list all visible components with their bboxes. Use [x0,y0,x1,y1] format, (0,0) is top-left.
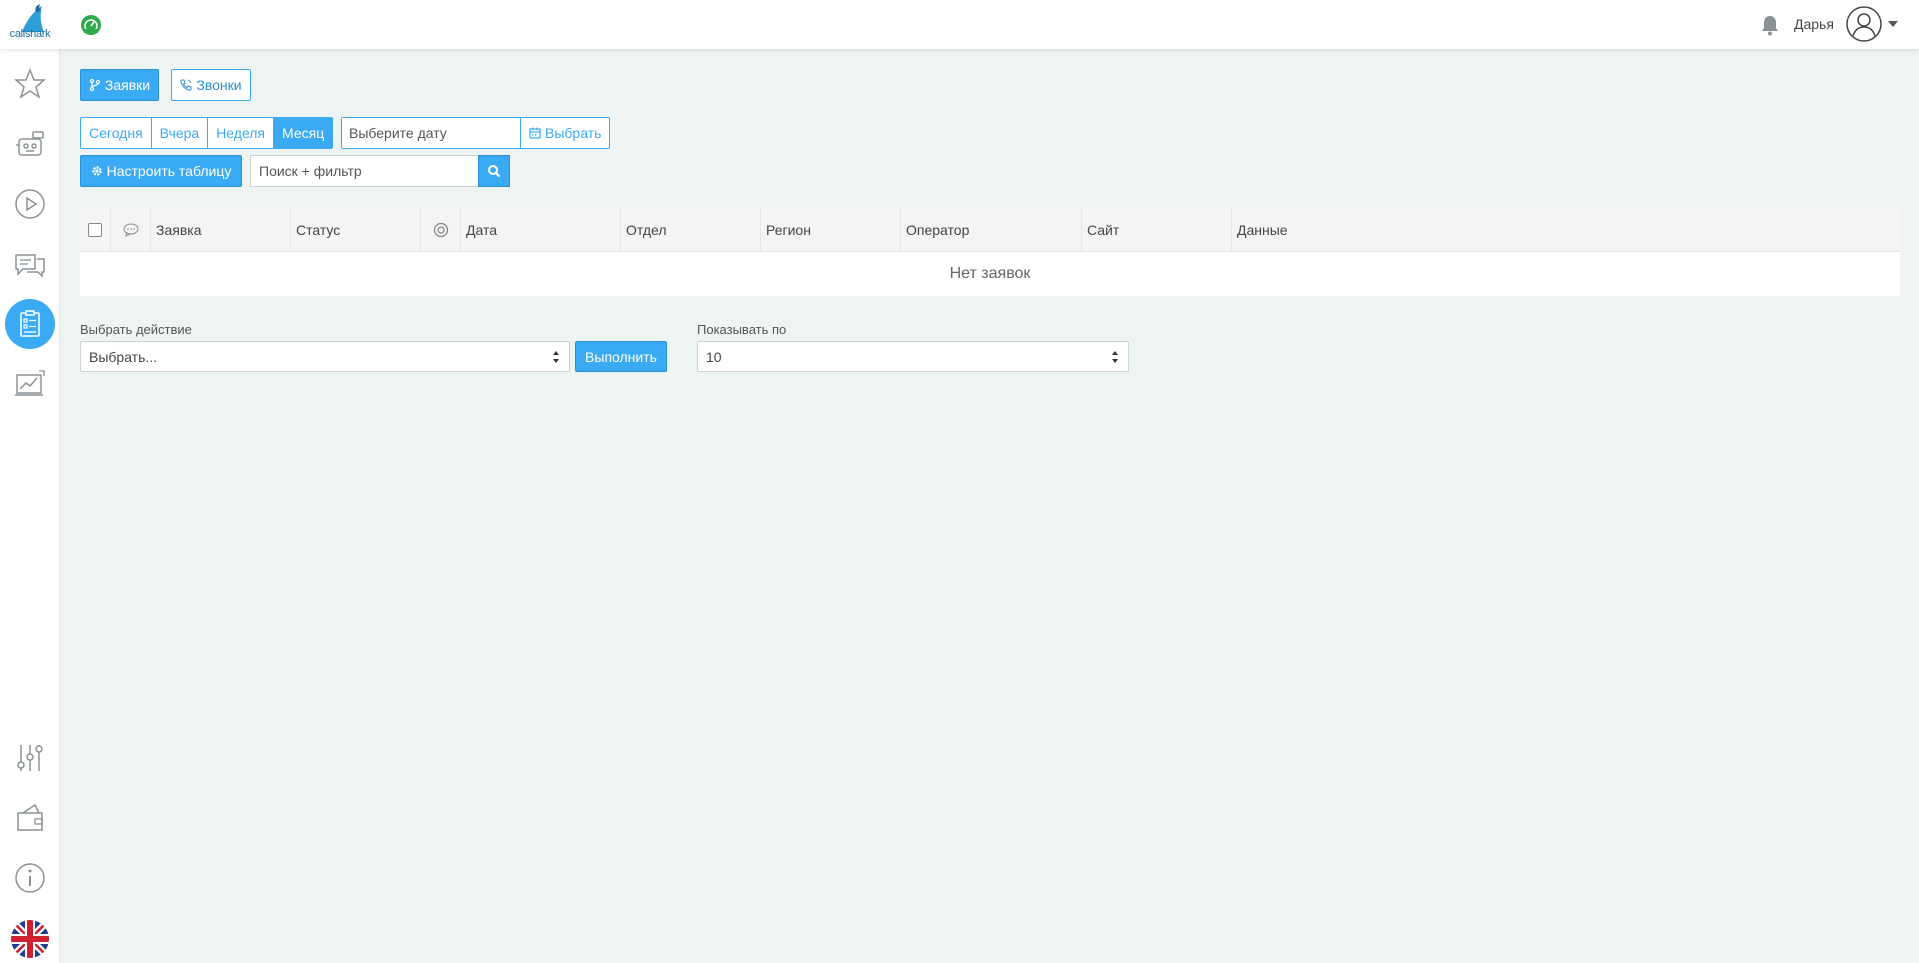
sidebar-item-robot[interactable] [6,120,54,168]
column-region[interactable]: Регион [761,207,901,252]
search-input[interactable] [250,155,478,187]
execute-button[interactable]: Выполнить [575,341,667,372]
search-button[interactable] [478,155,510,187]
sidebar-item-chat[interactable] [6,240,54,288]
dashboard-icon[interactable] [80,14,102,36]
page-size-select[interactable]: 10 [697,341,1129,372]
page-size-value: 10 [706,348,722,365]
gear-icon [91,166,102,176]
sidebar-item-play[interactable] [6,180,54,228]
select-all-cell [80,207,111,252]
uk-flag-icon [11,920,49,958]
period-month-button[interactable]: Месяц [274,118,333,148]
table-header: Заявка Статус Дата Отдел Регион Оператор… [80,207,1900,252]
branch-icon [89,79,100,91]
sidebar-item-wallet[interactable] [6,794,54,842]
sidebar-item-favorites[interactable] [6,60,54,108]
calls-button[interactable]: Звонки [171,69,251,101]
logo-text: callshark [9,28,51,40]
period-yesterday-button[interactable]: Вчера [152,118,209,148]
sliders-icon [17,745,43,771]
comment-icon [123,223,138,237]
column-date[interactable]: Дата [461,207,621,252]
execute-button-label: Выполнить [585,348,657,365]
sidebar-item-settings[interactable] [6,734,54,782]
phone-volume-icon [180,79,192,91]
wallet-icon [17,803,43,831]
action-label: Выбрать действие [80,322,192,337]
date-pick-button[interactable]: Выбрать [521,118,609,148]
column-data[interactable]: Данные [1232,207,1900,252]
sidebar-item-language[interactable] [6,915,54,963]
period-today-button[interactable]: Сегодня [81,118,152,148]
sidebar [0,0,60,963]
robot-icon [16,131,44,156]
calendar-icon [529,127,541,139]
column-department[interactable]: Отдел [621,207,761,252]
sort-arrows-icon [553,351,559,363]
callshark-logo[interactable]: callshark [4,4,56,42]
page-size-label: Показывать по [697,322,787,337]
column-operator[interactable]: Оператор [901,207,1082,252]
requests-button-label: Заявки [104,77,151,93]
calls-button-label: Звонки [196,77,242,93]
empty-table-message: Нет заявок [80,252,1900,296]
search-bar [250,155,510,187]
requests-table: Заявка Статус Дата Отдел Регион Оператор… [80,207,1900,296]
clipboard-list-icon [20,310,40,337]
select-all-checkbox[interactable] [88,222,102,237]
play-icon [15,189,45,219]
configure-table-button[interactable]: Настроить таблицу [80,155,242,187]
user-avatar-icon[interactable] [1846,6,1882,42]
chart-monitor-icon [15,370,45,396]
configure-table-label: Настроить таблицу [106,163,232,179]
action-select[interactable]: Выбрать... [80,341,570,372]
sidebar-item-analytics[interactable] [6,360,54,408]
comment-column [111,207,151,252]
bell-icon[interactable] [1760,14,1780,36]
info-icon [15,863,45,893]
period-week-button[interactable]: Неделя [208,118,275,148]
requests-button[interactable]: Заявки [80,69,159,101]
sort-arrows-icon [1112,351,1118,363]
target-icon [433,222,448,237]
chat-icon [15,254,45,278]
action-select-value: Выбрать... [89,348,158,365]
date-pick-label: Выбрать [545,125,602,141]
date-input[interactable] [342,118,521,148]
sidebar-item-requests[interactable] [5,299,55,349]
top-bar: callshark Дарья [0,0,1919,49]
column-status[interactable]: Статус [291,207,421,252]
column-site[interactable]: Сайт [1082,207,1232,252]
user-name[interactable]: Дарья [1794,16,1834,32]
star-icon [14,67,46,99]
user-menu-caret-icon[interactable] [1888,21,1898,27]
search-icon [488,165,501,178]
date-picker: Выбрать [341,117,611,149]
target-column [421,207,461,252]
main-content: Заявки Звонки Сегодня Вчера Неделя Месяц… [60,49,1919,963]
period-filter: Сегодня Вчера Неделя Месяц [80,117,334,149]
column-request[interactable]: Заявка [151,207,291,252]
sidebar-item-info[interactable] [6,854,54,902]
